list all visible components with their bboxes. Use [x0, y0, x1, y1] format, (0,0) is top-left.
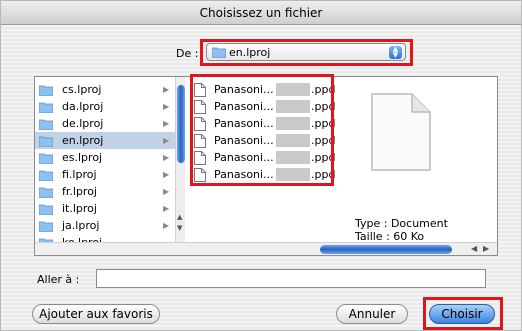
goto-input[interactable]: [96, 269, 486, 288]
folder-label: cs.lproj: [62, 83, 102, 96]
cancel-button[interactable]: Annuler: [336, 304, 408, 324]
highlight-files: [190, 74, 334, 186]
folder-item[interactable]: cs.lproj ▶: [35, 81, 175, 98]
folder-label: it.lproj: [62, 202, 97, 215]
document-preview-icon: [370, 92, 432, 175]
scroll-down-icon[interactable]: ▼: [177, 224, 182, 232]
folder-item[interactable]: da.lproj ▶: [35, 98, 175, 115]
folder-item[interactable]: it.lproj ▶: [35, 200, 175, 217]
disclosure-arrow-icon: ▶: [163, 102, 170, 111]
dialog-title: Choisissez un fichier: [1, 1, 521, 25]
disclosure-arrow-icon: ▶: [163, 221, 170, 230]
folder-label: es.lproj: [62, 151, 103, 164]
preview-type: Type : Document: [355, 217, 448, 230]
folder-item[interactable]: es.lproj ▶: [35, 149, 175, 166]
folder-label: en.lproj: [62, 134, 104, 147]
folder-label: fr.lproj: [62, 185, 97, 198]
folder-item[interactable]: de.lproj ▶: [35, 115, 175, 132]
disclosure-arrow-icon: ▶: [163, 136, 170, 145]
folder-item[interactable]: ja.lproj ▶: [35, 217, 175, 234]
highlight-choose: [423, 297, 503, 330]
scroll-up-icon[interactable]: ▲: [177, 213, 182, 221]
location-label: De :: [176, 47, 199, 60]
folder-item[interactable]: fr.lproj ▶: [35, 183, 175, 200]
scroll-left-icon[interactable]: ◀: [471, 244, 477, 253]
scroll-right-icon[interactable]: ▶: [483, 244, 489, 253]
goto-label: Aller à :: [37, 273, 80, 286]
horizontal-scrollbar[interactable]: ◀ ▶: [35, 242, 497, 255]
folder-label: de.lproj: [62, 117, 104, 130]
folder-label: da.lproj: [62, 100, 104, 113]
folder-label: fi.lproj: [62, 168, 97, 181]
folder-scrollbar[interactable]: ▲ ▼: [175, 77, 185, 242]
add-favorites-button[interactable]: Ajouter aux favoris: [32, 304, 160, 324]
scroll-thumb[interactable]: [177, 85, 185, 163]
folder-item[interactable]: fi.lproj ▶: [35, 166, 175, 183]
disclosure-arrow-icon: ▶: [163, 119, 170, 128]
disclosure-arrow-icon: ▶: [163, 85, 170, 94]
disclosure-arrow-icon: ▶: [163, 187, 170, 196]
disclosure-arrow-icon: ▶: [163, 204, 170, 213]
folder-label: ko.lproj: [62, 234, 102, 242]
disclosure-arrow-icon: ▶: [163, 170, 170, 179]
folder-label: ja.lproj: [62, 219, 100, 232]
highlight-location: [200, 39, 413, 66]
file-dialog: Choisissez un fichier De : en.lproj ▲ ▼ c…: [0, 0, 522, 331]
horizontal-scroll-thumb[interactable]: [320, 245, 452, 254]
folder-item-selected[interactable]: en.lproj ▶: [35, 132, 175, 149]
disclosure-arrow-icon: ▶: [163, 153, 170, 162]
folder-item[interactable]: ko.lproj: [35, 234, 175, 242]
folder-column: cs.lproj ▶ da.lproj ▶ de.lproj ▶ en.lpro…: [35, 77, 185, 242]
